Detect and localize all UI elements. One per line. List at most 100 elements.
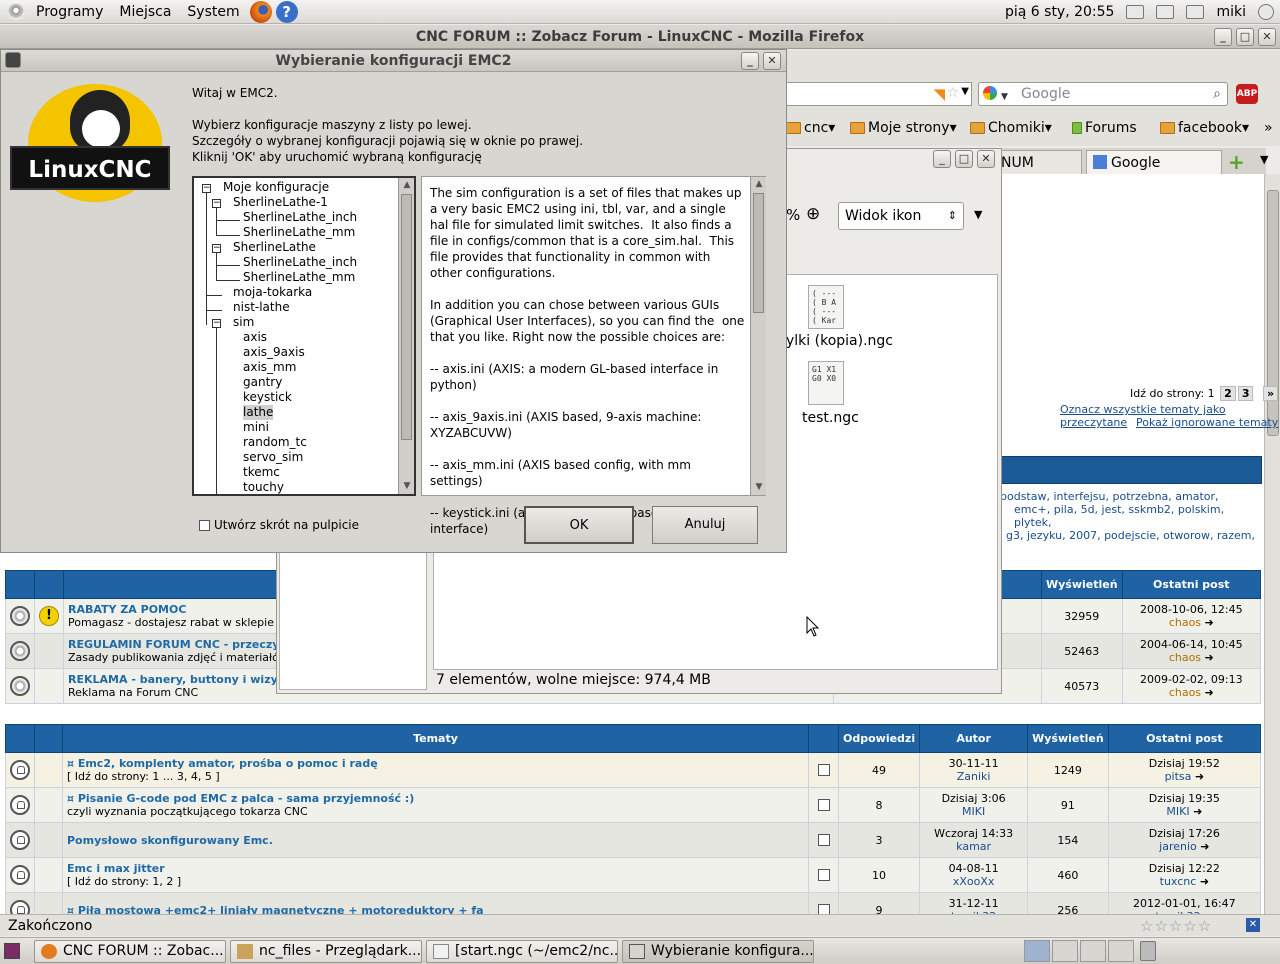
goto-post-icon[interactable]: ➜ xyxy=(1205,686,1214,699)
menu-programs[interactable]: Programy xyxy=(28,0,111,24)
page-link-2[interactable]: 2 xyxy=(1220,386,1236,401)
bookmark-star-icon[interactable]: ☆ xyxy=(946,85,959,101)
bookmark-moje-strony[interactable]: Moje strony ▾ xyxy=(850,120,957,136)
last-post-user[interactable]: tuxcnc xyxy=(1160,875,1197,888)
last-post-user[interactable]: pitsa xyxy=(1165,770,1192,783)
table-row[interactable]: Pomysłowo skonfigurowany Emc. 3 Wczoraj … xyxy=(5,822,1262,858)
last-post-user[interactable]: chaos xyxy=(1169,651,1201,664)
tree-item-sherlinelathe-inch[interactable]: SherlineLathe_inch xyxy=(243,255,357,270)
page-link-3[interactable]: 3 xyxy=(1237,386,1254,401)
tree-item-nist-lathe[interactable]: nist-lathe xyxy=(233,300,290,315)
gnome-foot-icon[interactable] xyxy=(8,3,24,20)
author-link[interactable]: Zaniki xyxy=(924,770,1023,783)
google-icon[interactable] xyxy=(983,86,997,100)
magnifier-icon[interactable]: ⌕ xyxy=(1213,83,1221,105)
close-icon[interactable]: ✕ xyxy=(977,150,995,168)
table-row[interactable]: ¤ Pisanie G-code pod EMC z palca - sama … xyxy=(5,787,1262,823)
tree-item-tkemc[interactable]: tkemc xyxy=(243,465,280,480)
workspace-1[interactable] xyxy=(1024,940,1050,962)
show-ignored-link[interactable]: Pokaż ignorowane tematy xyxy=(1136,416,1278,429)
menu-places[interactable]: Miejsca xyxy=(111,0,179,24)
cancel-button[interactable]: Anuluj xyxy=(652,506,758,544)
topic-checkbox[interactable] xyxy=(817,869,830,881)
network-icon[interactable] xyxy=(1186,5,1205,19)
rating-stars-icon[interactable]: ☆☆☆☆☆ xyxy=(1140,915,1212,937)
goto-post-icon[interactable]: ➜ xyxy=(1193,805,1202,818)
goto-post-icon[interactable]: ➜ xyxy=(1200,840,1209,853)
goto-post-icon[interactable]: ➜ xyxy=(1205,651,1214,664)
topic-title-link[interactable]: ¤ Pisanie G-code pod EMC z palca - sama … xyxy=(67,792,804,805)
tags-line[interactable]: g3, jezyku, 2007, podejscie, otworow, ra… xyxy=(1006,529,1255,542)
tab-google-translate[interactable]: Google Tłumacz xyxy=(1086,150,1222,195)
zoom-in-icon[interactable]: ⊕ xyxy=(806,204,820,224)
tree-scrollbar[interactable]: ▲ ▼ xyxy=(398,178,414,494)
shortcut-checkbox[interactable]: Utwórz skrót na pulpicie xyxy=(199,518,359,532)
search-bar[interactable]: ▼ Google ⌕ xyxy=(978,82,1228,106)
tree-item-axis-mm[interactable]: axis_mm xyxy=(243,360,296,375)
description-scrollbar[interactable]: ▲ ▼ xyxy=(750,177,766,495)
tree-item-axis[interactable]: axis xyxy=(243,330,267,345)
trash-icon[interactable] xyxy=(1140,941,1156,961)
minimize-icon[interactable]: _ xyxy=(741,52,759,70)
close-icon[interactable]: ✕ xyxy=(763,52,781,70)
task-emc-config[interactable]: Wybieranie konfigura... xyxy=(622,940,814,963)
tree-item-lathe[interactable]: lathe xyxy=(243,405,274,420)
ngc-file-icon[interactable]: G1 X1 G0 X0 xyxy=(808,361,844,405)
ngc-file-icon[interactable]: ( ---( B A( ---( Kar xyxy=(808,285,844,329)
user-name[interactable]: miki xyxy=(1216,4,1246,20)
file-name[interactable]: test.ngc xyxy=(802,410,859,426)
goto-post-icon[interactable]: ➜ xyxy=(1200,875,1209,888)
tree-item-servo-sim[interactable]: servo_sim xyxy=(243,450,303,465)
last-post-user[interactable]: jarenio xyxy=(1159,840,1197,853)
scrollbar-thumb[interactable] xyxy=(401,194,412,440)
topic-checkbox[interactable] xyxy=(817,799,830,811)
page-next[interactable]: » xyxy=(1262,386,1279,401)
addon-icon[interactable]: ✕ xyxy=(1246,918,1260,932)
topic-checkbox[interactable] xyxy=(817,764,830,776)
topic-pages[interactable]: [ Idź do strony: 1 ... 3, 4, 5 ] xyxy=(67,770,804,783)
tree-item-gantry[interactable]: gantry xyxy=(243,375,282,390)
task-nautilus[interactable]: nc_files - Przeglądark... xyxy=(230,940,422,963)
window-menu-icon[interactable] xyxy=(5,52,21,68)
new-tab-icon[interactable]: + xyxy=(1228,150,1245,174)
topic-title-link[interactable]: ¤ Emc2, komplenty amator, prośba o pomoc… xyxy=(67,757,804,770)
page-scrollbar[interactable] xyxy=(1264,174,1280,914)
tab-num[interactable]: NUM xyxy=(994,150,1082,174)
topic-checkbox[interactable] xyxy=(817,834,830,846)
collapse-icon[interactable]: − xyxy=(212,199,221,208)
chevron-down-icon[interactable]: ▼ xyxy=(1001,86,1008,108)
menu-system[interactable]: System xyxy=(179,0,247,24)
view-mode-select[interactable]: Widok ikon ⇕ xyxy=(838,202,964,230)
show-desktop-icon[interactable] xyxy=(4,943,20,959)
workspace-2[interactable] xyxy=(1052,940,1078,962)
bookmark-chomiki[interactable]: Chomiki ▾ xyxy=(970,120,1052,136)
collapse-icon[interactable]: − xyxy=(202,184,211,193)
author-link[interactable]: kamar xyxy=(924,840,1023,853)
workspace-3[interactable] xyxy=(1080,940,1106,962)
volume-icon[interactable] xyxy=(1126,5,1145,19)
tree-item-mini[interactable]: mini xyxy=(243,420,269,435)
tags-line[interactable]: emc+, pila, 5d, jest, sskmb2, polskim, p… xyxy=(1014,503,1224,529)
close-icon[interactable]: ✕ xyxy=(1258,28,1276,46)
file-name[interactable]: ylki (kopia).ngc xyxy=(786,333,893,349)
url-bar[interactable]: ◥ ☆ ▼ xyxy=(786,82,972,106)
tree-item-sherlinelathe-inch[interactable]: SherlineLathe_inch xyxy=(243,210,357,225)
collapse-icon[interactable]: − xyxy=(212,319,221,328)
bookmark-forums[interactable]: Forums xyxy=(1072,120,1137,136)
bookmark-cnc[interactable]: cnc ▾ xyxy=(786,120,835,136)
maximize-icon[interactable]: □ xyxy=(955,150,973,168)
last-post-user[interactable]: MIKI xyxy=(1166,805,1189,818)
scroll-up-icon[interactable]: ▲ xyxy=(752,178,766,191)
tags-line[interactable]: podstaw, interfejsu, potrzebna, amator, xyxy=(1000,490,1219,503)
task-firefox[interactable]: CNC FORUM :: Zobac... xyxy=(34,940,226,963)
goto-post-icon[interactable]: ➜ xyxy=(1205,616,1214,629)
topic-pages[interactable]: [ Idź do strony: 1, 2 ] xyxy=(67,875,804,888)
rss-icon[interactable]: ◥ xyxy=(933,85,945,103)
tree-item-sim[interactable]: sim xyxy=(233,315,254,330)
adblock-icon[interactable]: ABP xyxy=(1236,84,1258,104)
help-icon[interactable]: ? xyxy=(275,0,298,23)
clock[interactable]: pią 6 sty, 20:55 xyxy=(1005,4,1114,20)
chevron-down-icon[interactable]: ▼ xyxy=(961,86,969,97)
power-icon[interactable] xyxy=(1258,4,1274,20)
last-post-user[interactable]: chaos xyxy=(1169,616,1201,629)
